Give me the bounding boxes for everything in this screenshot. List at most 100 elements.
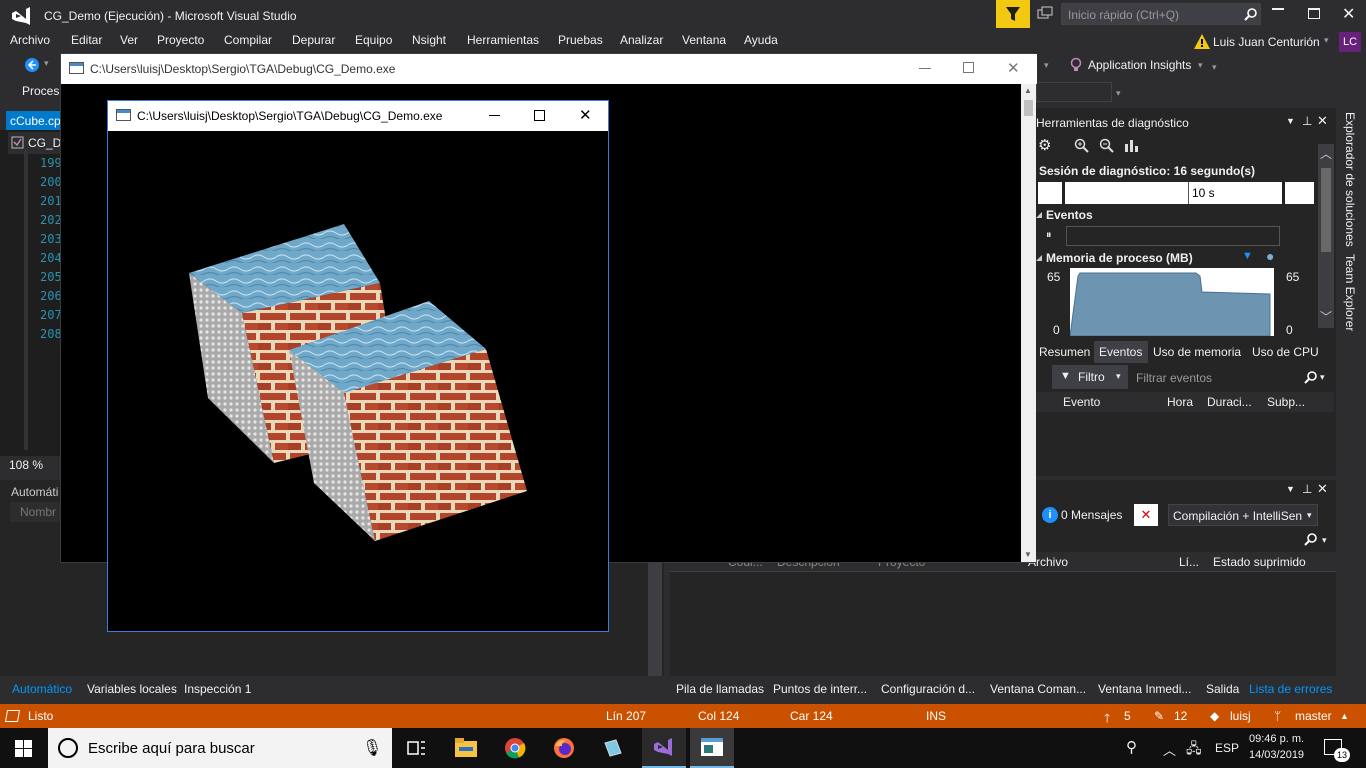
timeline-right-handle[interactable] [1282, 182, 1285, 204]
team-explorer-tab[interactable]: Team Explorer [1343, 254, 1357, 331]
memory-expand-icon[interactable]: ◢ [1036, 253, 1042, 262]
zoom-out-icon[interactable] [1099, 138, 1114, 153]
tab-variables-locales[interactable]: Variables locales [87, 682, 177, 696]
visual-studio-taskbar-icon[interactable] [642, 728, 686, 768]
errlist-search-icon[interactable] [1304, 532, 1318, 546]
col-evento[interactable]: Evento [1063, 395, 1100, 409]
filter-search-dropdown-icon[interactable]: ▾ [1320, 372, 1325, 383]
errlist-pin-icon[interactable]: ⊥ [1302, 482, 1312, 496]
thread-dropdown[interactable] [1036, 82, 1112, 102]
menu-herramientas[interactable]: Herramientas [467, 33, 539, 47]
opengl-app-icon[interactable] [602, 737, 624, 759]
quick-launch-input[interactable]: Inicio rápido (Ctrl+Q) [1061, 3, 1261, 25]
pause-icon[interactable]: ⏸ [1046, 229, 1052, 242]
user-dropdown-icon[interactable]: ▾ [1324, 35, 1329, 46]
panel-menu-icon[interactable]: ▼ [1286, 116, 1295, 126]
menu-pruebas[interactable]: Pruebas [558, 33, 603, 47]
tab-lista-errores[interactable]: Lista de errores [1249, 682, 1332, 696]
avatar[interactable]: LC [1339, 32, 1361, 52]
microphone-icon[interactable]: 🎙 [362, 738, 382, 758]
pencil-icon[interactable]: ✎ [1154, 709, 1164, 723]
clock-time[interactable]: 09:46 p. m. [1249, 733, 1304, 745]
opengl-maximize-icon[interactable] [534, 110, 545, 121]
status-push-count[interactable]: 5 [1124, 709, 1131, 723]
menu-depurar[interactable]: Depurar [292, 33, 335, 47]
tab-uso-memoria[interactable]: Uso de memoria [1153, 345, 1241, 359]
opengl-minimize-icon[interactable] [489, 115, 500, 116]
minimize-icon[interactable] [1272, 8, 1284, 10]
errlist-search-dropdown-icon[interactable]: ▾ [1322, 535, 1327, 546]
feedback-filter-icon[interactable] [996, 0, 1030, 28]
restore-icon[interactable] [1308, 8, 1320, 19]
tab-inspeccion-1[interactable]: Inspección 1 [184, 682, 251, 696]
tab-ventana-inmediato[interactable]: Ventana Inmedi... [1098, 682, 1191, 696]
events-expand-icon[interactable]: ◢ [1036, 210, 1042, 219]
console-scroll-thumb[interactable] [1024, 100, 1033, 116]
menu-archivo[interactable]: Archivo [10, 33, 50, 47]
timeline-ruler[interactable]: 10 s [1038, 182, 1314, 204]
tray-chevron-icon[interactable]: ︿ [1163, 740, 1176, 759]
language-indicator[interactable]: ESP [1215, 741, 1239, 755]
tab-salida[interactable]: Salida [1206, 682, 1239, 696]
tab-automatico[interactable]: Automático [12, 682, 72, 696]
console-scroll-down-icon[interactable]: ▼ [1024, 550, 1032, 559]
clock-date[interactable]: 14/03/2019 [1249, 749, 1304, 761]
filter-search-icon[interactable] [1304, 370, 1318, 384]
console-taskbar-icon[interactable] [690, 728, 734, 768]
scroll-down-icon[interactable]: ﹀ [1320, 308, 1332, 325]
chart-icon[interactable] [1124, 138, 1139, 153]
col-linea[interactable]: Lí... [1179, 555, 1199, 569]
panel-close-icon[interactable]: ✕ [1317, 113, 1328, 129]
tab-ccube[interactable]: cCube.cp [6, 111, 62, 130]
console-maximize-icon[interactable] [963, 62, 974, 73]
opengl-canvas[interactable] [108, 131, 608, 631]
diagnostics-scrollbar[interactable]: ︿ ﹀ [1318, 144, 1334, 328]
tab-pila-llamadas[interactable]: Pila de llamadas [676, 682, 764, 696]
zoom-level[interactable]: 108 % [9, 458, 43, 472]
console-minimize-icon[interactable] [919, 68, 931, 69]
filter-button[interactable]: ▼ Filtro ▾ [1052, 365, 1128, 389]
scroll-thumb[interactable] [1321, 168, 1331, 252]
console-titlebar[interactable]: C:\Users\luisj\Desktop\Sergio\TGA\Debug\… [61, 54, 1037, 84]
menu-ventana[interactable]: Ventana [682, 33, 726, 47]
tab-puntos-interrupcion[interactable]: Puntos de interr... [773, 682, 867, 696]
app-insights-dropdown-icon[interactable]: ▾ [1198, 60, 1203, 71]
taskbar-search-box[interactable]: Escribe aquí para buscar 🎙 [48, 728, 392, 768]
branch-icon[interactable]: ᛘ [1274, 709, 1281, 723]
col-duracion[interactable]: Duraci... [1207, 395, 1252, 409]
scroll-up-icon[interactable]: ︿ [1320, 145, 1332, 162]
opengl-window[interactable]: C:\Users\luisj\Desktop\Sergio\TGA\Debug\… [107, 100, 609, 632]
firefox-icon[interactable] [553, 737, 575, 759]
toolbar-more-icon[interactable]: ▾ [1212, 62, 1217, 73]
solution-explorer-tab[interactable]: Explorador de soluciones [1343, 112, 1357, 247]
menu-ayuda[interactable]: Ayuda [744, 33, 778, 47]
thread-dropdown-icon[interactable]: ▾ [1116, 88, 1121, 99]
build-filter-dropdown[interactable]: Compilación + IntelliSen ▾ [1168, 504, 1318, 526]
tab-configuracion[interactable]: Configuración d... [881, 682, 975, 696]
timeline-left-handle[interactable] [1062, 182, 1065, 204]
opengl-close-icon[interactable]: ✕ [579, 106, 592, 124]
user-name[interactable]: Luis Juan Centurión [1213, 35, 1320, 49]
filter-cross-icon[interactable]: ✕ [1134, 504, 1158, 526]
back-icon[interactable] [24, 57, 40, 73]
status-changes-count[interactable]: 12 [1174, 709, 1187, 723]
network-icon[interactable]: 🖧 [1186, 738, 1202, 762]
opengl-titlebar[interactable]: C:\Users\luisj\Desktop\Sergio\TGA\Debug\… [108, 101, 608, 131]
toolbar-overflow-icon[interactable]: ▾ [1044, 60, 1049, 71]
tab-ventana-comandos[interactable]: Ventana Coman... [990, 682, 1086, 696]
menu-analizar[interactable]: Analizar [620, 33, 663, 47]
memory-snapshot-icon[interactable]: ▼ [1242, 250, 1253, 262]
back-dropdown-icon[interactable]: ▾ [44, 58, 49, 69]
menu-editar[interactable]: Editar [71, 33, 102, 47]
console-scroll-up-icon[interactable]: ▲ [1024, 86, 1032, 95]
repo-icon[interactable]: ◆ [1210, 709, 1219, 723]
menu-equipo[interactable]: Equipo [355, 33, 392, 47]
tab-uso-cpu[interactable]: Uso de CPU [1252, 345, 1319, 359]
application-insights-button[interactable]: Application Insights [1088, 58, 1191, 72]
col-estado[interactable]: Estado suprimido [1213, 555, 1306, 569]
windows-start-icon[interactable] [15, 740, 32, 757]
errlist-close-icon[interactable]: ✕ [1317, 481, 1328, 497]
menu-proyecto[interactable]: Proyecto [157, 33, 204, 47]
status-branch[interactable]: master [1295, 709, 1332, 723]
console-close-icon[interactable]: ✕ [1007, 59, 1020, 77]
